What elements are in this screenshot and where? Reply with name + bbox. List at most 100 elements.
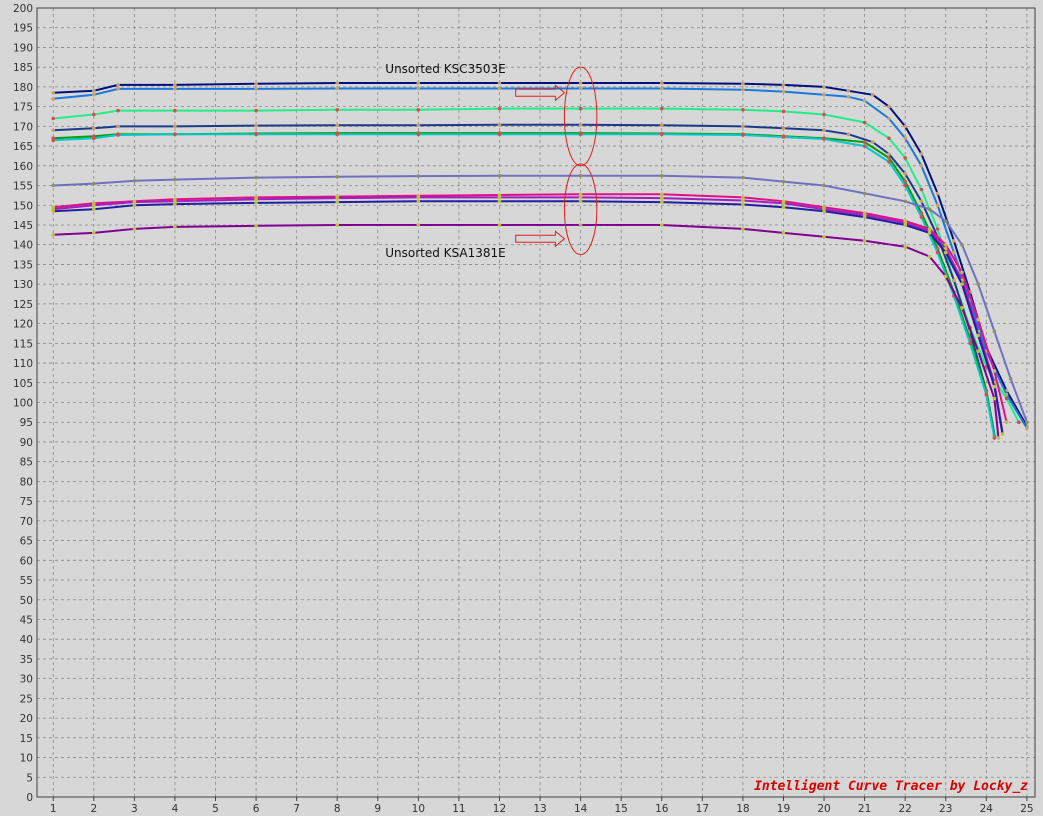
y-tick-label: 145 [13, 220, 33, 232]
series-7-point [51, 183, 55, 188]
x-tick-label: 3 [131, 803, 138, 815]
series-6-point [254, 132, 258, 136]
series-11-point [996, 436, 1001, 440]
series-3-point [919, 187, 924, 192]
series-11-point [92, 231, 96, 235]
series-6-point [92, 136, 96, 140]
y-tick-label: 195 [13, 23, 33, 35]
series-11-point [254, 224, 258, 228]
y-tick-label: 0 [26, 792, 33, 804]
series-1-point [92, 89, 96, 93]
series-10-point [927, 231, 932, 235]
y-tick-label: 40 [20, 634, 33, 646]
series-11-point [335, 223, 340, 227]
series-7-point [781, 179, 786, 184]
series-11-point [578, 223, 583, 227]
series-2-point [660, 86, 664, 91]
series-8-point [741, 195, 745, 200]
y-tick-label: 5 [26, 772, 33, 784]
series-2-point [254, 87, 258, 91]
series-9-point [578, 195, 583, 200]
x-tick-label: 7 [293, 803, 300, 815]
series-3-point [1004, 396, 1009, 401]
series-1-point [919, 152, 924, 156]
series-6-point [416, 132, 421, 136]
series-4-point [870, 140, 875, 144]
x-tick-label: 17 [696, 803, 709, 815]
series-4-point [660, 123, 664, 127]
series-3-point [416, 108, 421, 112]
series-2-point [51, 96, 55, 101]
series-3-point [335, 108, 340, 112]
series-6-point [116, 133, 120, 137]
series-2-point [935, 203, 940, 208]
series-7-point [1008, 377, 1013, 381]
y-tick-label: 45 [20, 614, 33, 626]
series-7-point [927, 207, 932, 211]
x-tick-label: 21 [858, 803, 871, 815]
series-2-point [822, 93, 826, 97]
series-1-point [822, 85, 826, 89]
series-1-point [254, 81, 258, 86]
y-tick-label: 80 [20, 476, 33, 488]
series-10-point [416, 199, 421, 204]
curve-tracer-chart: 0 5 10 15 20 25 30 35 40 45 50 55 60 65 70 75 80 85 90 95 10… [0, 0, 1043, 816]
y-tick-label: 65 [20, 536, 33, 548]
series-9-point [416, 195, 421, 200]
series-4-point [781, 126, 786, 131]
y-tick-label: 50 [20, 595, 33, 607]
series-9-point [741, 198, 745, 203]
series-7-point [822, 183, 826, 188]
series-9-point [335, 196, 340, 200]
series-7-point [862, 191, 867, 196]
series-1-point [781, 83, 786, 87]
series-1-point [116, 83, 120, 87]
series-6-point [578, 132, 583, 136]
series-3-point [1017, 420, 1021, 425]
series-4-point [952, 278, 956, 283]
series-3-point [903, 156, 907, 160]
series-11-point [497, 223, 502, 227]
series-11-point [960, 306, 964, 310]
series-2-point [952, 250, 956, 255]
series-1-point [903, 124, 907, 129]
x-tick-label: 14 [574, 803, 588, 815]
x-tick-label: 19 [777, 803, 790, 815]
series-11-point [741, 227, 745, 231]
series-10-point [578, 199, 583, 204]
series-10-point [903, 223, 907, 227]
series-10-point [254, 201, 258, 205]
series-1-point [335, 81, 340, 85]
x-tick-label: 25 [1020, 803, 1033, 815]
series-7-point [416, 174, 421, 178]
series-3-point [935, 227, 940, 231]
series-10-point [741, 202, 745, 207]
series-10-point [497, 199, 502, 204]
series-2-point [173, 87, 177, 91]
x-tick-label: 1 [50, 803, 57, 815]
y-tick-label: 15 [20, 733, 33, 745]
series-5-point [862, 140, 867, 144]
series-2-point [578, 86, 583, 91]
series-11-point [822, 235, 826, 239]
y-tick-label: 200 [13, 3, 33, 15]
series-1-point [952, 239, 956, 243]
y-tick-label: 110 [13, 358, 33, 370]
series-7-point [132, 179, 137, 183]
series-1-point [416, 81, 421, 85]
x-tick-label: 9 [374, 803, 381, 815]
series-6-point [781, 135, 786, 139]
series-7-point [497, 173, 502, 178]
series-4-point [578, 123, 583, 127]
series-4-point [822, 128, 826, 133]
series-3-point [660, 106, 664, 111]
series-6-point [862, 144, 867, 148]
y-tick-label: 55 [20, 575, 33, 587]
series-3-point [116, 108, 120, 113]
x-tick-label: 11 [452, 803, 465, 815]
x-tick-label: 24 [980, 803, 994, 815]
y-tick-label: 190 [13, 42, 33, 54]
y-tick-label: 180 [13, 82, 33, 94]
series-6-point [992, 436, 997, 440]
series-11-point [903, 244, 907, 249]
